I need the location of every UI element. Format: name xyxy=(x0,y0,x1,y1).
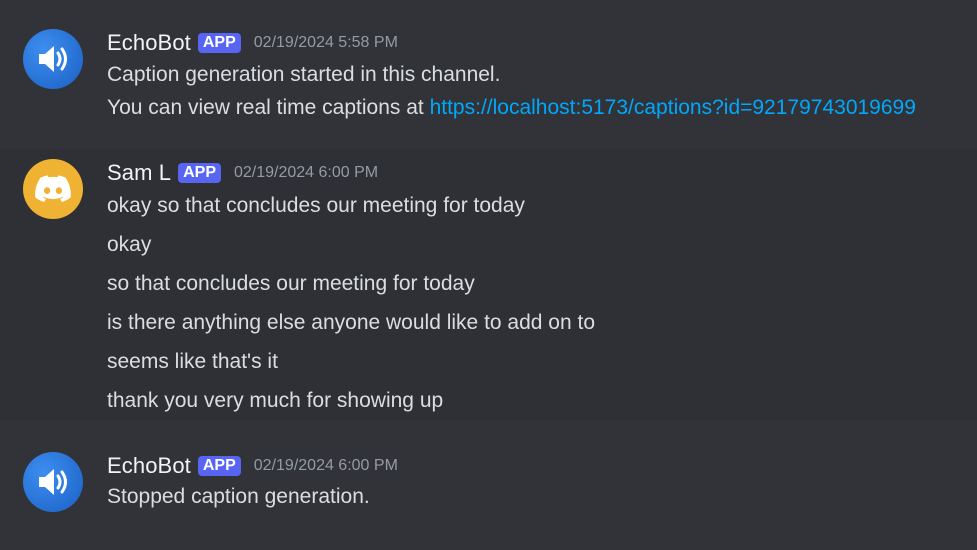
message-text: okay so that concludes our meeting for t… xyxy=(107,194,525,217)
message-header: EchoBot APP 02/19/2024 6:00 PM xyxy=(107,453,398,479)
speaker-icon xyxy=(39,469,67,495)
message-header: EchoBot APP 02/19/2024 5:58 PM xyxy=(107,30,398,56)
timestamp[interactable]: 02/19/2024 5:58 PM xyxy=(254,34,398,52)
message-echobot-stop[interactable]: EchoBot APP 02/19/2024 6:00 PM Stopped c… xyxy=(0,443,977,523)
message-text: so that concludes our meeting for today xyxy=(107,272,475,295)
speaker-icon xyxy=(39,46,67,72)
username[interactable]: EchoBot xyxy=(107,453,191,479)
avatar[interactable] xyxy=(23,29,83,89)
message-text: Caption generation started in this chann… xyxy=(107,63,501,86)
avatar[interactable] xyxy=(23,159,83,219)
message-echobot-start[interactable]: EchoBot APP 02/19/2024 5:58 PM Caption g… xyxy=(0,20,977,130)
message-text: Stopped caption generation. xyxy=(107,485,370,508)
timestamp[interactable]: 02/19/2024 6:00 PM xyxy=(234,164,378,182)
message-text: okay xyxy=(107,233,152,256)
message-text: thank you very much for showing up xyxy=(107,389,444,412)
message-sam-l[interactable]: Sam L APP 02/19/2024 6:00 PM okay so tha… xyxy=(0,150,977,420)
timestamp[interactable]: 02/19/2024 6:00 PM xyxy=(254,457,398,475)
message-text: is there anything else anyone would like… xyxy=(107,311,595,334)
message-text: seems like that's it xyxy=(107,350,278,373)
app-badge: APP xyxy=(197,456,241,476)
discord-logo-icon xyxy=(35,175,71,202)
username[interactable]: EchoBot xyxy=(107,30,191,56)
avatar[interactable] xyxy=(23,452,83,512)
captions-link[interactable]: https://localhost:5173/captions?id=92179… xyxy=(430,96,916,119)
message-header: Sam L APP 02/19/2024 6:00 PM xyxy=(107,160,378,186)
app-badge: APP xyxy=(178,163,221,183)
message-text-segment: You can view real time captions at xyxy=(107,96,430,119)
message-list: EchoBot APP 02/19/2024 5:58 PM Caption g… xyxy=(0,0,977,550)
message-text: You can view real time captions at https… xyxy=(107,94,916,122)
app-badge: APP xyxy=(197,33,241,53)
username[interactable]: Sam L xyxy=(107,160,171,186)
